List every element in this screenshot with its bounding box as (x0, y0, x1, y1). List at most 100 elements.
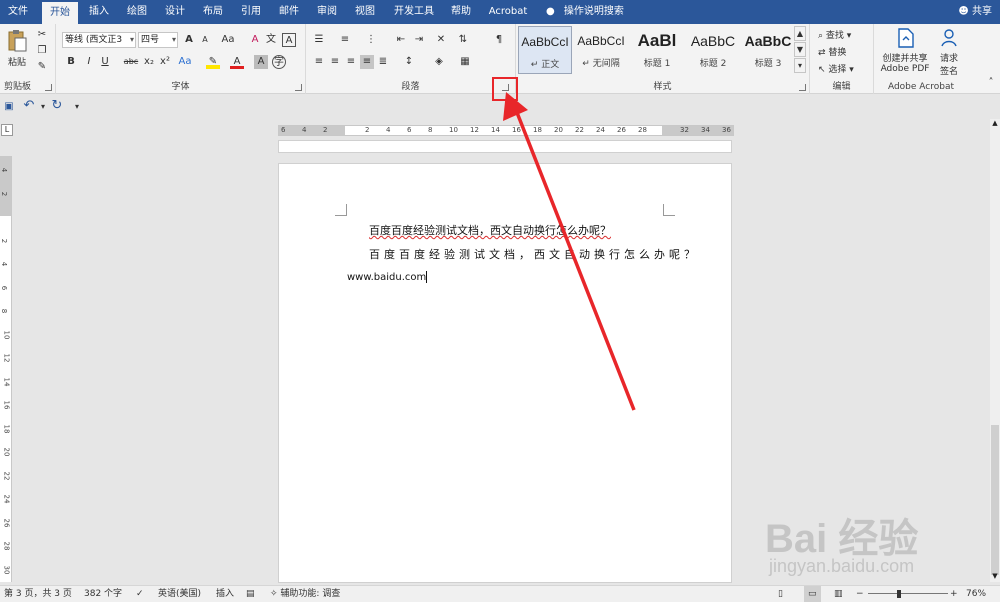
grow-font-icon[interactable]: A (182, 33, 196, 47)
line-spacing-icon[interactable]: ↕ (402, 55, 416, 69)
bold-icon[interactable]: B (64, 55, 78, 69)
justify-icon[interactable]: ≡ (360, 55, 374, 69)
undo-icon[interactable]: ↶ (22, 99, 36, 113)
text-effects-icon[interactable]: Aa (178, 55, 192, 69)
print-layout-icon[interactable]: ▭ (804, 586, 821, 602)
align-left-icon[interactable]: ≡ (312, 55, 326, 69)
repeat-icon[interactable]: ↻ (50, 99, 64, 113)
tab-insert[interactable]: 插入 (82, 0, 116, 24)
style-heading-2[interactable]: AaBbC 标题 2 (686, 26, 740, 74)
cut-icon[interactable]: ✂ (35, 28, 49, 42)
word-count[interactable]: 382 个字 (84, 586, 122, 602)
character-border-icon[interactable]: A (282, 33, 296, 47)
accessibility-status[interactable]: ✧ 辅助功能: 调查 (270, 586, 340, 602)
proofing-icon[interactable]: ✓ (136, 586, 144, 602)
tab-selector-icon[interactable]: L (1, 124, 13, 136)
shading-icon[interactable]: ◈ (432, 55, 446, 69)
tab-view[interactable]: 视图 (348, 0, 382, 24)
tab-review[interactable]: 审阅 (310, 0, 344, 24)
tab-layout[interactable]: 布局 (196, 0, 230, 24)
clipboard-dialog-launcher[interactable] (45, 84, 52, 91)
find-button[interactable]: ⌕ 查找 ▾ (818, 28, 851, 41)
styles-scroll-up-icon[interactable]: ▲ (794, 26, 806, 41)
increase-indent-icon[interactable]: ⇥ (412, 33, 426, 47)
zoom-in-icon[interactable]: + (950, 586, 958, 602)
shrink-font-icon[interactable]: A (198, 33, 212, 47)
subscript-icon[interactable]: x₂ (142, 55, 156, 69)
replace-button[interactable]: ⇄ 替换 (818, 45, 846, 58)
numbering-icon[interactable]: ≡ (338, 33, 352, 47)
zoom-level[interactable]: 76% (966, 586, 986, 602)
customize-qat-icon[interactable]: ▾ (70, 100, 84, 114)
paste-button[interactable]: 粘贴 (3, 28, 31, 68)
save-icon[interactable]: ▣ (2, 100, 16, 114)
create-pdf-button[interactable]: 创建并共享 Adobe PDF (876, 28, 934, 74)
font-name-box[interactable]: 等线 (西文正3 ▾ (62, 32, 136, 48)
read-mode-icon[interactable]: ▯ (778, 586, 783, 602)
sort-icon[interactable]: ⇅ (456, 33, 470, 47)
clear-formatting-icon[interactable]: A (248, 33, 262, 47)
scroll-up-icon[interactable]: ▲ (991, 119, 999, 129)
styles-more-icon[interactable]: ▾ (794, 58, 806, 73)
borders-icon[interactable]: ▦ (458, 55, 472, 69)
insert-mode[interactable]: 插入 (216, 586, 234, 602)
doc-line-2[interactable]: 百度百度经验测试文档，西文自动换行怎么办呢？ (369, 246, 699, 262)
collapse-ribbon-icon[interactable]: ˄ (984, 76, 998, 90)
style-heading-1[interactable]: AaBl 标题 1 (630, 26, 684, 74)
tab-mailings[interactable]: 邮件 (272, 0, 306, 24)
tab-design[interactable]: 设计 (158, 0, 192, 24)
style-heading-3[interactable]: AaBbC 标题 3 (742, 26, 794, 74)
web-layout-icon[interactable]: ▥ (834, 586, 843, 602)
zoom-slider[interactable] (868, 593, 948, 594)
select-button[interactable]: ↖ 选择 ▾ (818, 62, 854, 75)
tell-me-search[interactable]: ● 操作说明搜索 (546, 0, 624, 24)
bullets-icon[interactable]: ☰ (312, 33, 326, 47)
distributed-icon[interactable]: ≣ (376, 55, 390, 69)
undo-dropdown-icon[interactable]: ▾ (36, 100, 50, 114)
tab-developer[interactable]: 开发工具 (388, 0, 440, 24)
styles-scroll-down-icon[interactable]: ▼ (794, 42, 806, 57)
superscript-icon[interactable]: x² (158, 55, 172, 69)
doc-line-3[interactable]: www.baidu.com (347, 271, 428, 283)
copy-icon[interactable]: ❐ (35, 44, 49, 58)
styles-dialog-launcher[interactable] (799, 84, 806, 91)
tab-draw[interactable]: 绘图 (120, 0, 154, 24)
vertical-scrollbar[interactable]: ▲ ▼ (990, 119, 1000, 582)
macro-icon[interactable]: ▤ (246, 586, 255, 602)
zoom-slider-thumb[interactable] (897, 590, 901, 598)
tab-file[interactable]: 文件 (0, 0, 36, 24)
tab-acrobat[interactable]: Acrobat (484, 0, 532, 24)
enclose-characters-icon[interactable]: 字 (272, 55, 286, 69)
phonetic-guide-icon[interactable]: 文 (264, 33, 278, 47)
highlight-icon[interactable]: ✎ (206, 55, 220, 69)
font-dialog-launcher[interactable] (295, 84, 302, 91)
italic-icon[interactable]: I (82, 55, 96, 69)
align-center-icon[interactable]: ≡ (328, 55, 342, 69)
horizontal-ruler[interactable]: 6 4 2 2 4 6 8 10 12 14 16 18 20 22 24 26 28 32 34 36 (278, 125, 734, 136)
scroll-thumb[interactable] (991, 425, 999, 575)
tab-references[interactable]: 引用 (234, 0, 268, 24)
style-no-spacing[interactable]: AaBbCcI ↵ 无间隔 (574, 26, 628, 74)
character-shading-icon[interactable]: A (254, 55, 268, 69)
font-size-box[interactable]: 四号 ▾ (138, 32, 178, 48)
style-normal[interactable]: AaBbCcI ↵ 正文 (518, 26, 572, 74)
share-button[interactable]: ☻ 共享 (958, 0, 992, 24)
format-painter-icon[interactable]: ✎ (35, 60, 49, 74)
chinese-layout-icon[interactable]: ✕ (434, 33, 448, 47)
multilevel-list-icon[interactable]: ⋮ (364, 33, 378, 47)
language[interactable]: 英语(美国) (158, 586, 201, 602)
strikethrough-icon[interactable]: abc (122, 55, 140, 69)
zoom-out-icon[interactable]: − (856, 586, 864, 602)
doc-line-1[interactable]: 百度百度经验测试文档，西文自动换行怎么办呢？ (369, 222, 611, 238)
decrease-indent-icon[interactable]: ⇤ (394, 33, 408, 47)
show-formatting-icon[interactable]: ¶ (492, 33, 506, 47)
vertical-ruler[interactable]: 4 2 2 4 6 8 10 12 14 16 18 20 22 24 26 28 30 (0, 156, 12, 582)
font-color-icon[interactable]: A (230, 55, 244, 69)
underline-icon[interactable]: U (98, 55, 112, 69)
align-right-icon[interactable]: ≡ (344, 55, 358, 69)
scroll-down-icon[interactable]: ▼ (991, 572, 999, 582)
document-page[interactable]: 百度百度经验测试文档，西文自动换行怎么办呢？ 百度百度经验测试文档，西文自动换行… (278, 163, 732, 583)
change-case-icon[interactable]: Aa (218, 33, 238, 47)
page-count[interactable]: 第 3 页，共 3 页 (4, 586, 72, 602)
tab-home[interactable]: 开始 (42, 2, 78, 24)
